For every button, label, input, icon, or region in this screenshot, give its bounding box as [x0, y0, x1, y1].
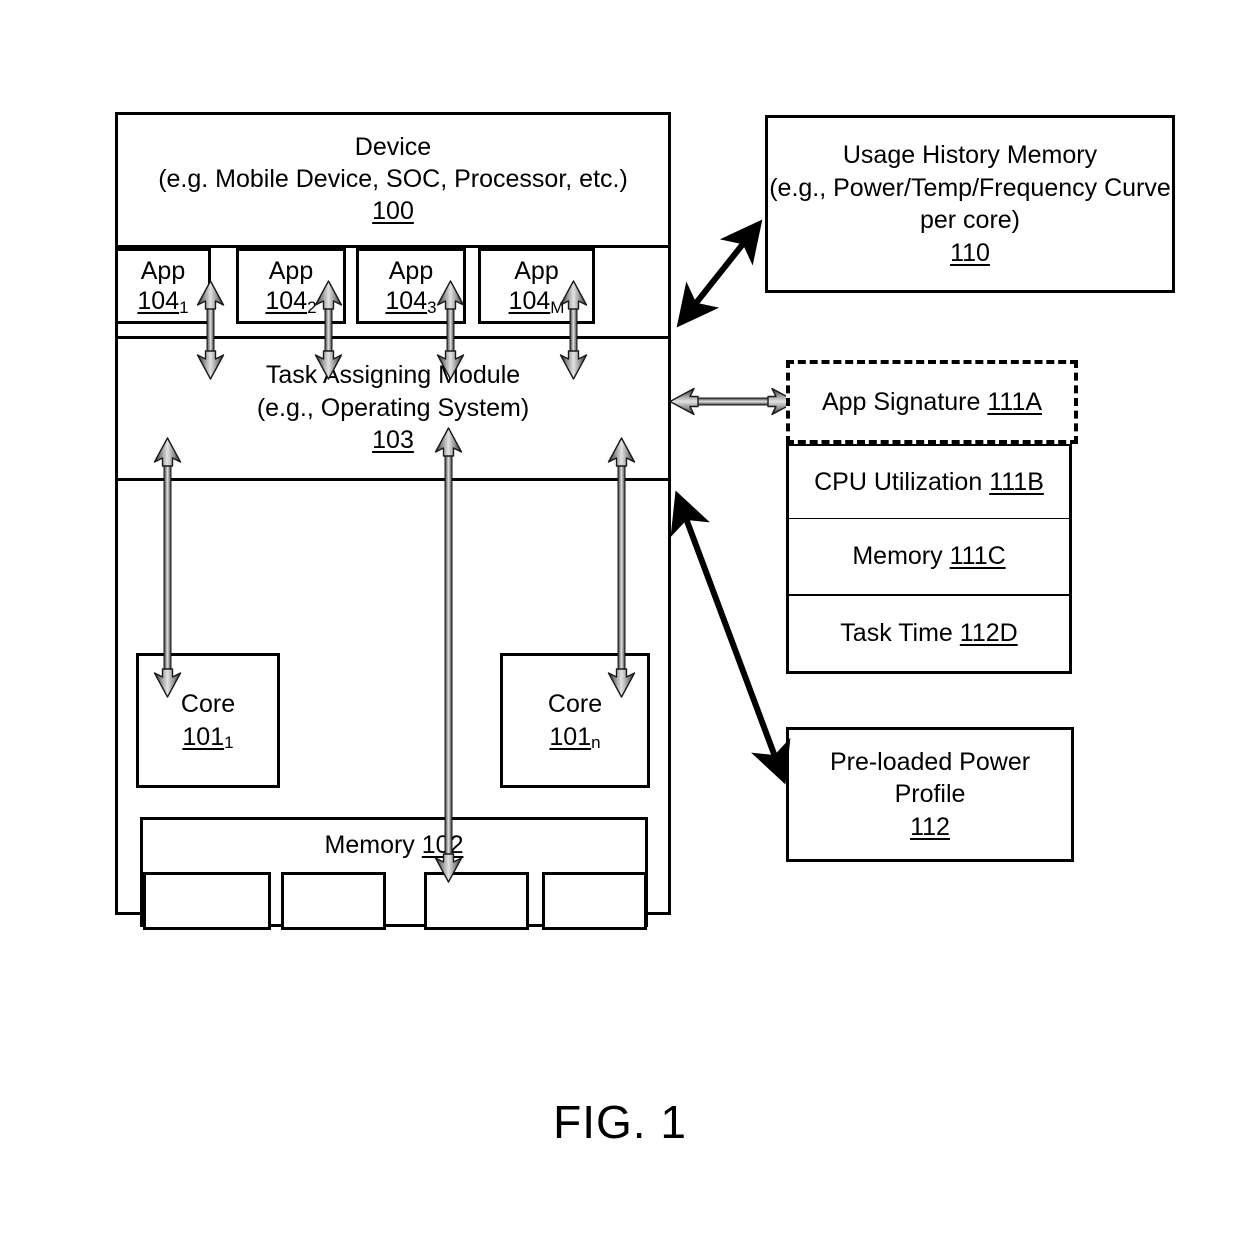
- task-module-ref-number: 103: [372, 426, 414, 455]
- preloaded-power-title-2: Profile: [894, 780, 966, 809]
- memory-profile-ref-number: 111C: [949, 542, 1006, 570]
- memory-bank-1: [143, 872, 271, 930]
- device-title-block: Device (e.g. Mobile Device, SOC, Process…: [115, 112, 671, 245]
- task-time-ref-number: 112D: [959, 619, 1018, 647]
- arrow-task-module-to-app-signature: [669, 387, 797, 416]
- memory-profile-label: Memory 111C: [852, 542, 1005, 571]
- cpu-utilization-label: CPU Utilization 111B: [814, 468, 1044, 497]
- app-ref-3: 104: [385, 287, 428, 315]
- figure-caption: FIG. 1: [553, 1096, 687, 1148]
- arrow-device-to-preloaded-power: [670, 490, 791, 785]
- patent-figure: Device (e.g. Mobile Device, SOC, Process…: [0, 0, 1240, 1251]
- memory-bank-2: [281, 872, 386, 930]
- app-ref-1: 104: [137, 287, 180, 315]
- preloaded-power-title-1: Pre-loaded Power: [829, 747, 1031, 776]
- usage-history-title: Usage History Memory: [842, 141, 1098, 169]
- memory-profile-label-text: Memory: [852, 542, 943, 570]
- app-ref-4: 104: [508, 287, 551, 315]
- device-subtitle: (e.g. Mobile Device, SOC, Processor, etc…: [158, 164, 628, 193]
- core-ref-1: 101: [182, 722, 225, 751]
- memory-bank-3: [424, 872, 529, 930]
- app-subscript-1: 1: [179, 297, 189, 317]
- arrow-device-to-usage-history: [676, 219, 763, 328]
- app-box-1[interactable]: App 1041: [115, 248, 211, 324]
- task-time-row[interactable]: Task Time 112D: [786, 596, 1072, 674]
- preloaded-power-profile-box: Pre-loaded Power Profile 112: [786, 727, 1074, 862]
- core-box-n[interactable]: Core 101n: [500, 653, 650, 788]
- app-label-3: App: [388, 256, 434, 285]
- memory-ref-number: 102: [421, 831, 464, 859]
- memory-label-text: Memory: [324, 831, 415, 859]
- core-box-1[interactable]: Core 1011: [136, 653, 280, 788]
- core-label-1: Core: [180, 690, 236, 718]
- app-box-4[interactable]: App 104M: [478, 248, 595, 324]
- task-module-title: Task Assigning Module: [265, 361, 521, 390]
- task-module-bottom-divider: [115, 478, 671, 481]
- app-label-1: App: [140, 256, 186, 285]
- device-ref-number: 100: [372, 196, 414, 225]
- memory-profile-row[interactable]: Memory 111C: [786, 519, 1072, 597]
- task-time-label: Task Time 112D: [840, 619, 1017, 648]
- usage-history-memory-box: Usage History Memory (e.g., Power/Temp/F…: [765, 115, 1175, 293]
- core-subscript-1: 1: [224, 733, 234, 753]
- core-ref-n: 101: [549, 722, 592, 751]
- app-signature-box[interactable]: App Signature 111A: [786, 360, 1078, 444]
- app-signature-label: App Signature 111A: [822, 387, 1042, 418]
- device-title: Device: [354, 132, 432, 161]
- core-label-n: Core: [547, 690, 603, 718]
- app-subscript-3: 3: [427, 297, 437, 317]
- app-subscript-2: 2: [307, 297, 317, 317]
- app-box-3[interactable]: App 1043: [356, 248, 466, 324]
- memory-label: Memory 102: [325, 830, 464, 861]
- preloaded-power-ref-number: 112: [910, 812, 950, 841]
- usage-history-detail-1: (e.g., Power/Temp/Frequency Curve: [769, 173, 1171, 202]
- app-signature-ref-number: 111A: [987, 387, 1043, 416]
- app-label-2: App: [268, 256, 314, 285]
- cpu-utilization-ref-number: 111B: [989, 467, 1044, 496]
- app-label-4: App: [514, 256, 559, 285]
- usage-history-ref-number: 110: [950, 238, 990, 267]
- app-subscript-4: M: [550, 297, 565, 317]
- cpu-utilization-label-text: CPU Utilization: [814, 467, 983, 496]
- app-box-2[interactable]: App 1042: [236, 248, 346, 324]
- cpu-utilization-row[interactable]: CPU Utilization 111B: [786, 443, 1072, 521]
- task-module-subtitle: (e.g., Operating System): [256, 393, 530, 422]
- memory-bank-4: [542, 872, 647, 930]
- usage-history-detail-2: per core): [919, 206, 1021, 234]
- task-assigning-module: Task Assigning Module (e.g., Operating S…: [115, 338, 671, 478]
- task-time-label-text: Task Time: [840, 619, 953, 647]
- app-signature-label-text: App Signature: [821, 387, 981, 416]
- app-ref-2: 104: [265, 287, 308, 315]
- core-subscript-n: n: [591, 733, 601, 753]
